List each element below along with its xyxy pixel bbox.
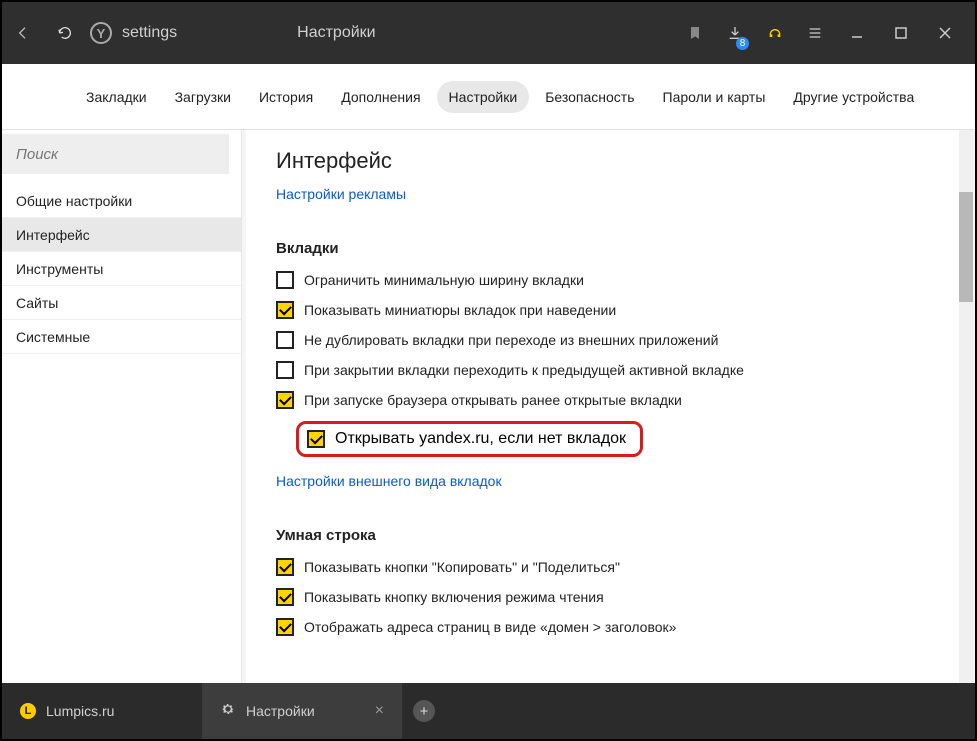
opt-label: Отображать адреса страниц в виде «домен … (304, 619, 676, 635)
opt-copy-share-buttons[interactable]: Показывать кнопки "Копировать" и "Подели… (276, 558, 939, 576)
sidebar-item-interface[interactable]: Интерфейс (2, 218, 241, 252)
opt-label: Показывать кнопки "Копировать" и "Подели… (304, 559, 620, 575)
main-heading: Интерфейс (276, 148, 939, 174)
navbar: Закладки Загрузки История Дополнения Нас… (2, 64, 975, 130)
close-icon[interactable]: × (375, 702, 384, 720)
opt-label: При закрытии вкладки переходить к предыд… (304, 362, 744, 378)
menu-icon[interactable] (795, 2, 835, 64)
opt-label: Открывать yandex.ru, если нет вкладок (335, 430, 626, 448)
section-tabs-title: Вкладки (276, 240, 939, 257)
close-button[interactable] (923, 2, 967, 64)
nav-history[interactable]: История (247, 81, 325, 113)
nav-addons[interactable]: Дополнения (329, 81, 432, 113)
yandex-logo-icon[interactable]: Y (90, 22, 112, 44)
address-text[interactable]: settings (122, 24, 177, 42)
maximize-button[interactable] (879, 2, 923, 64)
search-input[interactable] (2, 134, 229, 174)
downloads-icon[interactable]: 8 (715, 2, 755, 64)
opt-label: Показывать кнопку включения режима чтени… (304, 589, 604, 605)
section-smartbar-title: Умная строка (276, 527, 939, 544)
checkbox-icon[interactable] (276, 558, 294, 576)
sidebar-item-tools[interactable]: Инструменты (2, 252, 241, 286)
page-title: Настройки (297, 24, 375, 42)
nav-passwords[interactable]: Пароли и карты (651, 81, 778, 113)
scrollbar-thumb[interactable] (959, 192, 973, 302)
checkbox-icon[interactable] (276, 391, 294, 409)
plus-icon: + (413, 700, 435, 722)
opt-restore-tabs[interactable]: При запуске браузера открывать ранее отк… (276, 391, 939, 409)
nav-bookmarks[interactable]: Закладки (74, 81, 159, 113)
opt-label: Ограничить минимальную ширину вкладки (304, 272, 584, 288)
tab-appearance-link[interactable]: Настройки внешнего вида вкладок (276, 473, 502, 489)
tab-label: Lumpics.ru (46, 703, 114, 719)
opt-reader-mode-button[interactable]: Показывать кнопку включения режима чтени… (276, 588, 939, 606)
tab-label: Настройки (246, 703, 315, 719)
main-panel: Интерфейс Настройки рекламы Вкладки Огра… (246, 130, 969, 685)
new-tab-button[interactable]: + (402, 683, 446, 739)
checkbox-icon[interactable] (276, 271, 294, 289)
nav-security[interactable]: Безопасность (533, 81, 646, 113)
opt-label: Показывать миниатюры вкладок при наведен… (304, 302, 616, 318)
content: Общие настройки Интерфейс Инструменты Са… (2, 130, 975, 685)
checkbox-icon[interactable] (276, 331, 294, 349)
opt-domain-title-format[interactable]: Отображать адреса страниц в виде «домен … (276, 618, 939, 636)
opt-show-thumbnails[interactable]: Показывать миниатюры вкладок при наведен… (276, 301, 939, 319)
gear-icon (220, 701, 236, 721)
reload-button[interactable] (44, 2, 86, 64)
bookmark-icon[interactable] (675, 2, 715, 64)
highlighted-option[interactable]: Открывать yandex.ru, если нет вкладок (296, 421, 643, 457)
opt-goto-previous[interactable]: При закрытии вкладки переходить к предыд… (276, 361, 939, 379)
sidebar: Общие настройки Интерфейс Инструменты Са… (2, 130, 242, 685)
checkbox-icon[interactable] (276, 588, 294, 606)
checkbox-icon[interactable] (276, 618, 294, 636)
sidebar-search (2, 134, 229, 174)
headphones-icon[interactable] (755, 2, 795, 64)
minimize-button[interactable] (835, 2, 879, 64)
titlebar: Y settings Настройки 8 (2, 2, 975, 64)
favicon-icon: L (20, 703, 36, 719)
tab-lumpics[interactable]: L Lumpics.ru (2, 683, 202, 739)
sidebar-item-system[interactable]: Системные (2, 320, 241, 354)
downloads-badge: 8 (736, 37, 749, 50)
opt-limit-width[interactable]: Ограничить минимальную ширину вкладки (276, 271, 939, 289)
opt-label: Не дублировать вкладки при переходе из в… (304, 332, 718, 348)
sidebar-item-sites[interactable]: Сайты (2, 286, 241, 320)
nav-devices[interactable]: Другие устройства (781, 81, 926, 113)
ad-settings-link[interactable]: Настройки рекламы (276, 186, 406, 202)
opt-label: При запуске браузера открывать ранее отк… (304, 392, 682, 408)
opt-no-duplicate-tabs[interactable]: Не дублировать вкладки при переходе из в… (276, 331, 939, 349)
tab-settings[interactable]: Настройки × (202, 683, 402, 739)
back-button[interactable] (2, 2, 44, 64)
checkbox-icon[interactable] (276, 301, 294, 319)
sidebar-item-general[interactable]: Общие настройки (2, 184, 241, 218)
nav-settings[interactable]: Настройки (437, 81, 530, 113)
nav-downloads[interactable]: Загрузки (163, 81, 243, 113)
checkbox-icon[interactable] (307, 430, 325, 448)
checkbox-icon[interactable] (276, 361, 294, 379)
tabbar: L Lumpics.ru Настройки × + (2, 683, 975, 739)
